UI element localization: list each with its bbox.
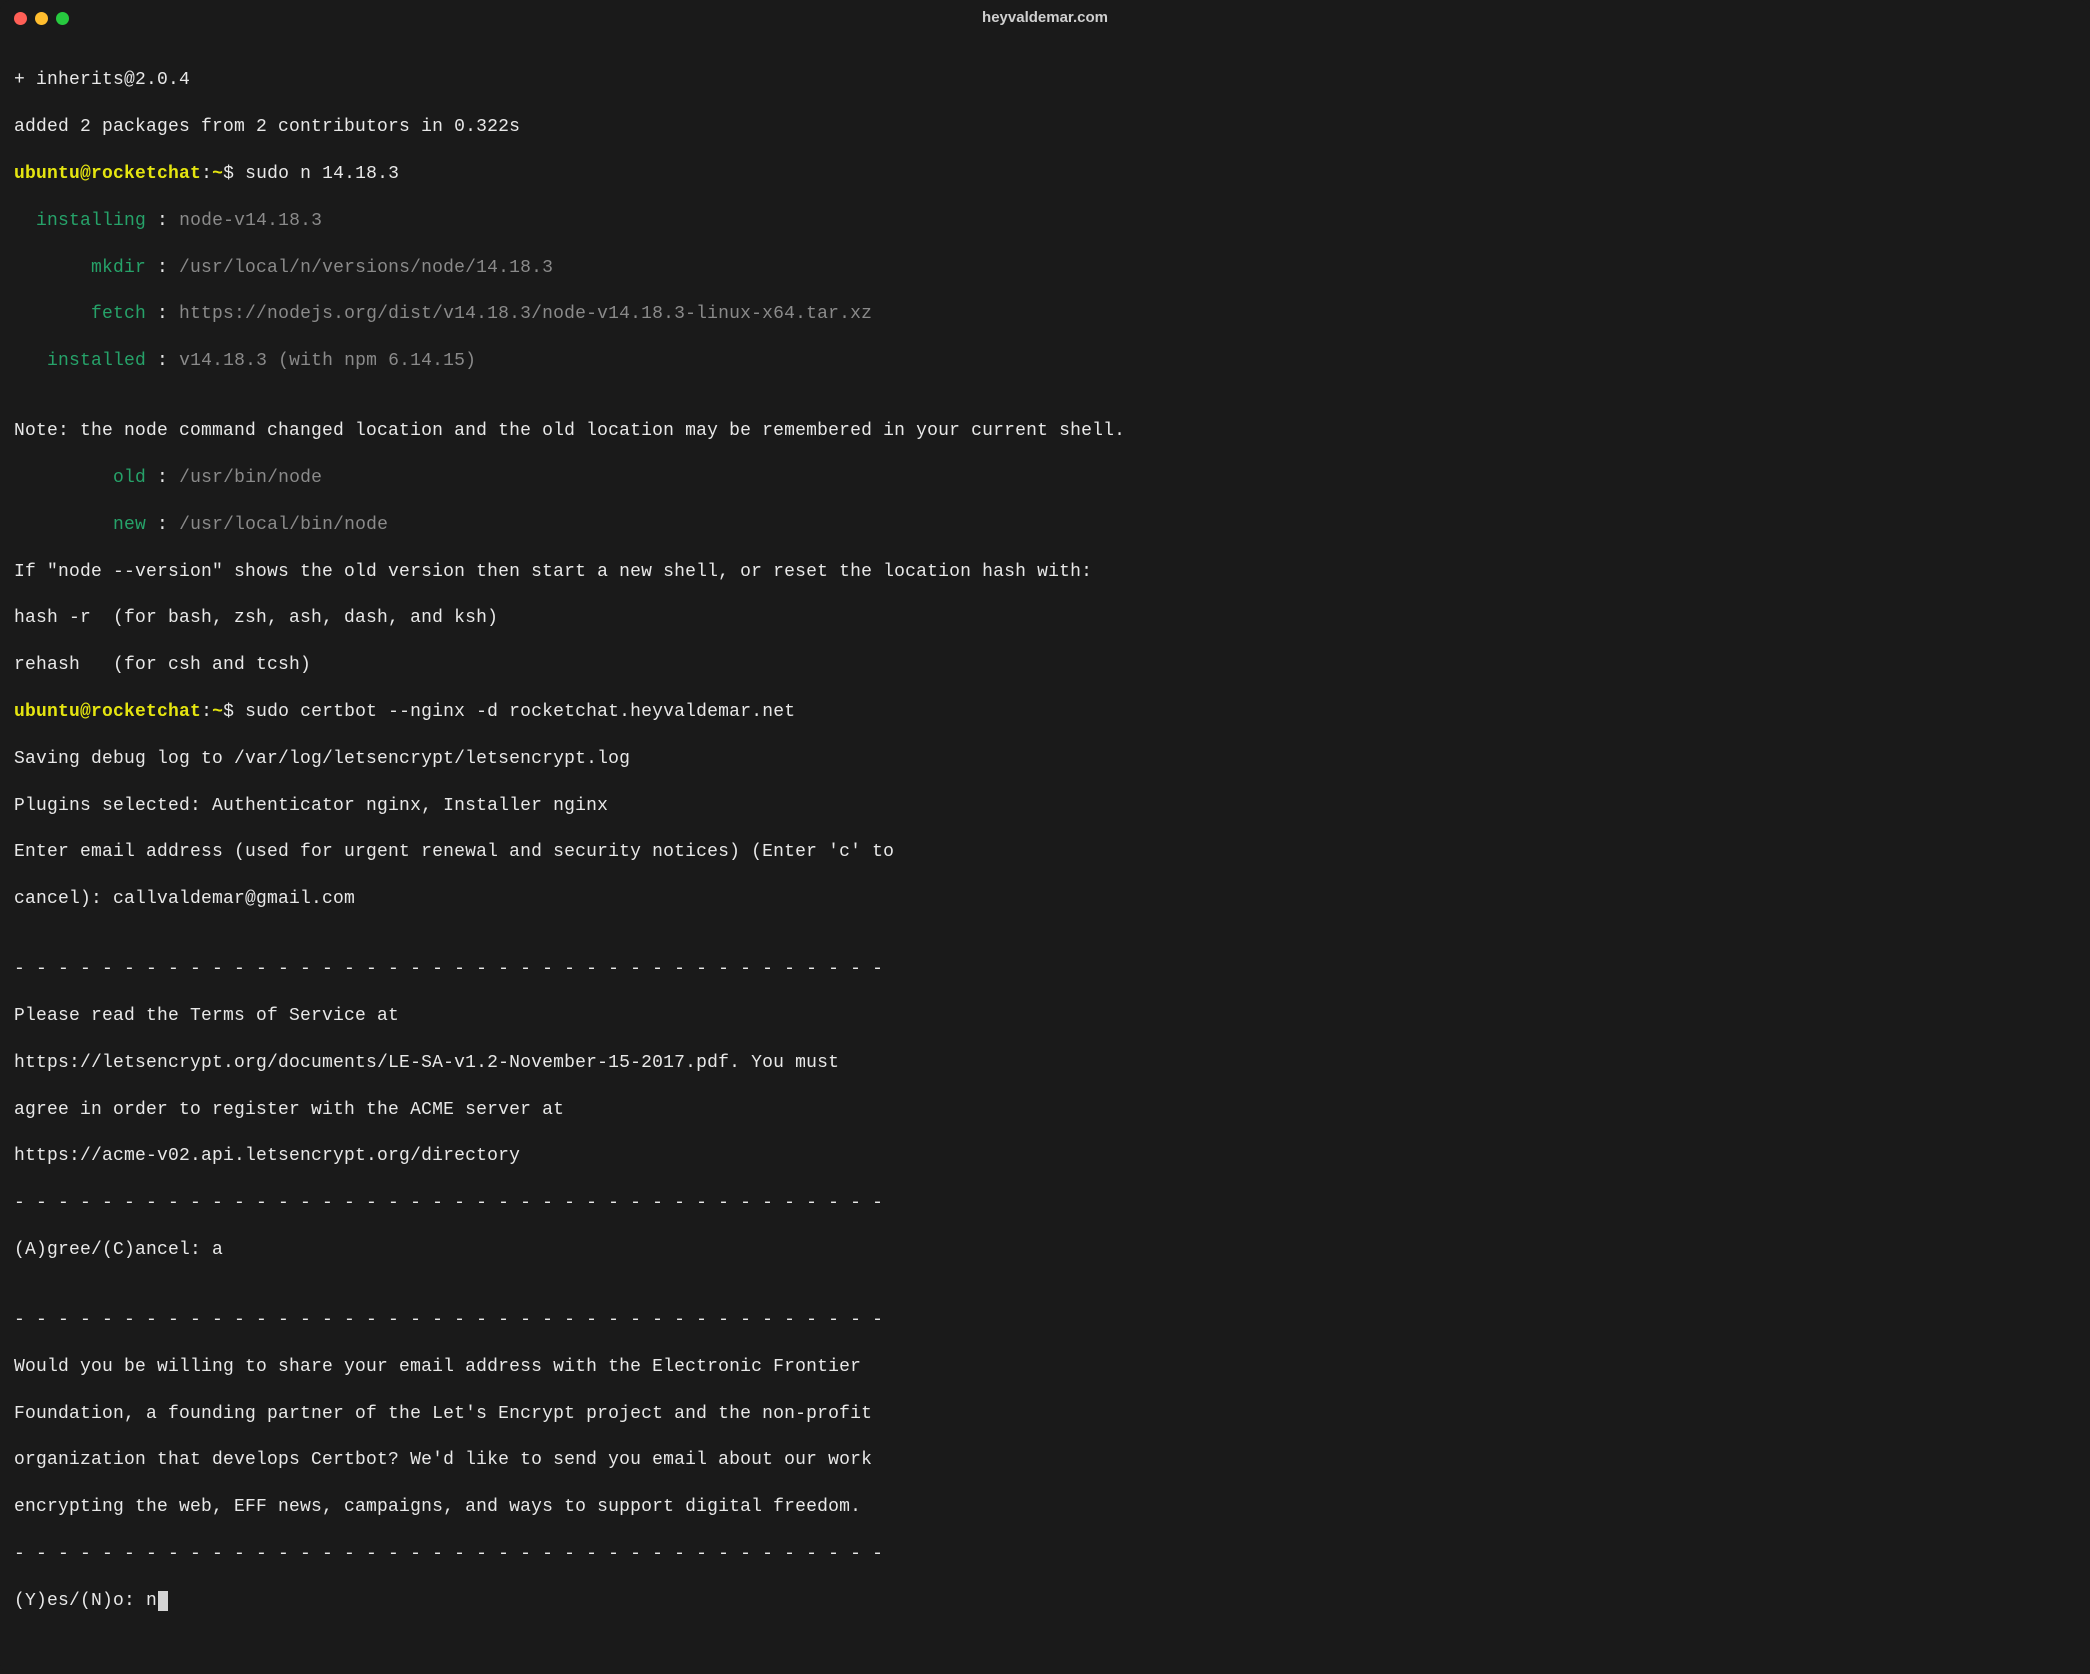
window-titlebar[interactable]: heyvaldemar.com [0,0,2090,36]
install-value: /usr/local/n/versions/node/14.18.3 [179,258,553,278]
terminal-window: heyvaldemar.com + inherits@2.0.4 added 2… [0,0,2090,1674]
install-label: mkdir [14,258,146,278]
command-text: sudo certbot --nginx -d rocketchat.heyva… [245,702,795,722]
prompt-host: rocketchat [91,164,201,184]
new-value: /usr/local/bin/node [179,515,388,535]
prompt-colon: : [201,164,212,184]
prompt-line: ubuntu@rocketchat:~$ sudo n 14.18.3 [14,163,2076,186]
divider-line: - - - - - - - - - - - - - - - - - - - - … [14,1192,2076,1215]
prompt-path: ~ [212,702,223,722]
output-line: Enter email address (used for urgent ren… [14,841,2076,864]
output-line: Would you be willing to share your email… [14,1356,2076,1379]
output-line: agree in order to register with the ACME… [14,1099,2076,1122]
divider-line: - - - - - - - - - - - - - - - - - - - - … [14,1309,2076,1332]
install-sep: : [146,258,179,278]
divider-line: - - - - - - - - - - - - - - - - - - - - … [14,958,2076,981]
cursor-icon [158,1591,168,1611]
output-line: Plugins selected: Authenticator nginx, I… [14,795,2076,818]
output-line: cancel): callvaldemar@gmail.com [14,888,2076,911]
install-sep: : [146,351,179,371]
prompt-yesno-line[interactable]: (Y)es/(N)o: n [14,1590,2076,1613]
output-line: rehash (for csh and tcsh) [14,654,2076,677]
divider-line: - - - - - - - - - - - - - - - - - - - - … [14,1543,2076,1566]
output-line: hash -r (for bash, zsh, ash, dash, and k… [14,607,2076,630]
output-line: https://acme-v02.api.letsencrypt.org/dir… [14,1145,2076,1168]
output-line: mkdir : /usr/local/n/versions/node/14.18… [14,257,2076,280]
prompt-at: @ [80,702,91,722]
install-value: node-v14.18.3 [179,211,322,231]
prompt-yesno: (Y)es/(N)o: n [14,1591,157,1611]
prompt-dollar: $ [223,164,245,184]
install-label: fetch [14,304,146,324]
install-sep: : [146,304,179,324]
output-line: encrypting the web, EFF news, campaigns,… [14,1496,2076,1519]
old-sep: : [146,468,179,488]
install-value: v14.18.3 (with npm 6.14.15) [179,351,476,371]
prompt-path: ~ [212,164,223,184]
prompt-user: ubuntu [14,702,80,722]
output-line: old : /usr/bin/node [14,467,2076,490]
install-sep: : [146,211,179,231]
window-title: heyvaldemar.com [982,8,1108,28]
install-label: installed [14,351,146,371]
terminal-output[interactable]: + inherits@2.0.4 added 2 packages from 2… [0,36,2090,1674]
prompt-user: ubuntu [14,164,80,184]
output-line: added 2 packages from 2 contributors in … [14,116,2076,139]
prompt-line: ubuntu@rocketchat:~$ sudo certbot --ngin… [14,701,2076,724]
output-line: installed : v14.18.3 (with npm 6.14.15) [14,350,2076,373]
output-line: If "node --version" shows the old versio… [14,561,2076,584]
output-line: https://letsencrypt.org/documents/LE-SA-… [14,1052,2076,1075]
command-text: sudo n 14.18.3 [245,164,399,184]
output-line: new : /usr/local/bin/node [14,514,2076,537]
output-line: Saving debug log to /var/log/letsencrypt… [14,748,2076,771]
output-line: Note: the node command changed location … [14,420,2076,443]
prompt-dollar: $ [223,702,245,722]
prompt-agree: (A)gree/(C)ancel: a [14,1239,2076,1262]
old-value: /usr/bin/node [179,468,322,488]
close-icon[interactable] [14,12,27,25]
output-line: Foundation, a founding partner of the Le… [14,1403,2076,1426]
new-sep: : [146,515,179,535]
prompt-host: rocketchat [91,702,201,722]
prompt-at: @ [80,164,91,184]
install-label: installing [14,211,146,231]
output-line: Please read the Terms of Service at [14,1005,2076,1028]
output-line: + inherits@2.0.4 [14,69,2076,92]
output-line: organization that develops Certbot? We'd… [14,1449,2076,1472]
maximize-icon[interactable] [56,12,69,25]
prompt-colon: : [201,702,212,722]
traffic-lights [14,12,69,25]
install-value: https://nodejs.org/dist/v14.18.3/node-v1… [179,304,872,324]
new-label: new [14,515,146,535]
old-label: old [14,468,146,488]
minimize-icon[interactable] [35,12,48,25]
output-line: fetch : https://nodejs.org/dist/v14.18.3… [14,303,2076,326]
output-line: installing : node-v14.18.3 [14,210,2076,233]
